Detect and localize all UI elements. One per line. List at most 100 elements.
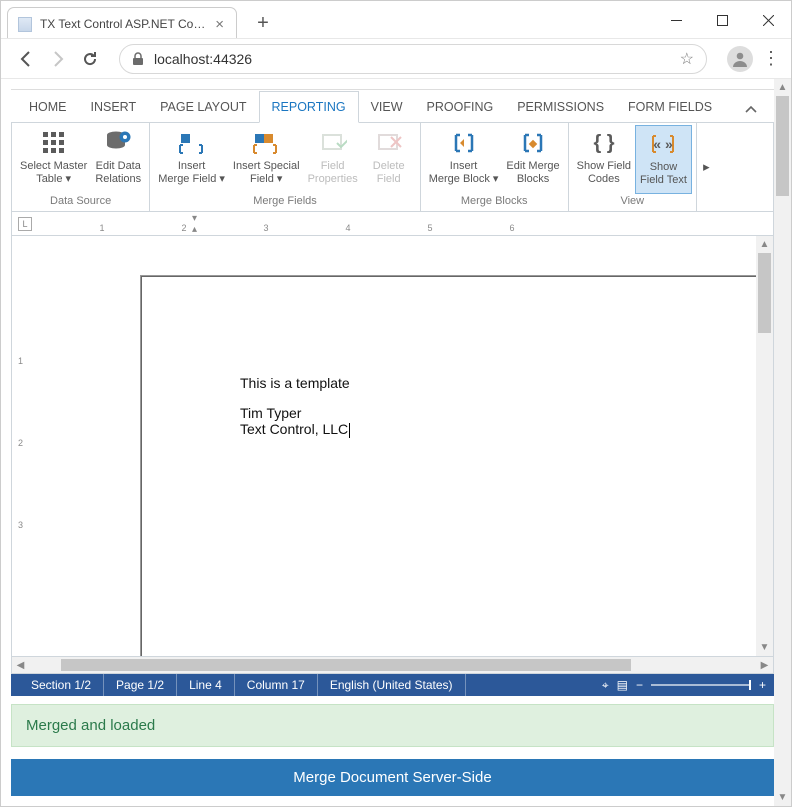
zoom-in-button[interactable]: +	[759, 678, 766, 692]
group-merge-fields: Insert Merge Field ▾ Insert Special Fiel…	[150, 123, 420, 211]
tab-home[interactable]: HOME	[17, 92, 79, 122]
ribbon-collapse-button[interactable]	[734, 96, 768, 122]
browser-titlebar: TX Text Control ASP.NET Core Ba × +	[1, 1, 791, 39]
group-label: View	[620, 194, 644, 209]
page-content: HOME INSERT PAGE LAYOUT REPORTING VIEW P…	[1, 79, 791, 806]
back-button[interactable]	[11, 44, 41, 74]
block-edit-icon	[519, 129, 547, 157]
select-master-table-button[interactable]: Select Master Table ▾	[16, 125, 91, 194]
reload-icon	[81, 50, 99, 68]
status-page[interactable]: Page 1/2	[104, 674, 177, 696]
svg-text:{ }: { }	[593, 132, 614, 154]
document-editor[interactable]: 1 2 3 This is a template Tim Typer Text …	[11, 236, 774, 657]
text-cursor	[349, 423, 350, 438]
forward-button[interactable]	[43, 44, 73, 74]
show-field-codes-button[interactable]: { } Show Field Codes	[573, 125, 635, 194]
field-properties-button[interactable]: Field Properties	[304, 125, 362, 194]
tab-permissions[interactable]: PERMISSIONS	[505, 92, 616, 122]
status-right-tools: ⌖ ▤ − +	[602, 678, 766, 693]
zoom-slider[interactable]	[651, 684, 751, 686]
view-web-icon[interactable]: ▤	[617, 678, 628, 692]
group-view: { } Show Field Codes « » Show Field Text…	[569, 123, 696, 211]
bookmark-icon[interactable]: ☆	[680, 49, 694, 69]
edit-data-relations-button[interactable]: Edit Data Relations	[91, 125, 145, 194]
status-language[interactable]: English (United States)	[318, 674, 466, 696]
profile-button[interactable]	[727, 46, 753, 72]
tab-view[interactable]: VIEW	[359, 92, 415, 122]
scroll-left-icon[interactable]: ◀	[12, 657, 29, 673]
window-controls	[653, 1, 791, 38]
scroll-down-icon[interactable]: ▼	[774, 789, 791, 806]
reload-button[interactable]	[75, 44, 105, 74]
close-icon	[763, 15, 774, 26]
tab-favicon	[18, 17, 32, 32]
document-text[interactable]: This is a template Tim Typer Text Contro…	[240, 375, 350, 438]
address-bar[interactable]: localhost:44326 ☆	[119, 44, 707, 74]
browser-menu-button[interactable]: ⋮	[761, 48, 781, 69]
browser-toolbar: localhost:44326 ☆ ⋮	[1, 39, 791, 79]
group-label: Merge Blocks	[461, 194, 528, 209]
text-line[interactable]: Text Control, LLC	[240, 421, 350, 438]
insert-special-field-button[interactable]: Insert Special Field ▾	[229, 125, 304, 194]
field-brackets-orange-icon	[252, 129, 280, 157]
editor-vscrollbar[interactable]: ▲ ▼	[756, 236, 773, 656]
group-data-source: Select Master Table ▾ Edit Data Relation…	[12, 123, 150, 211]
tab-form-fields[interactable]: FORM FIELDS	[616, 92, 724, 122]
arrow-right-icon	[49, 50, 67, 68]
close-button[interactable]	[745, 1, 791, 39]
status-column[interactable]: Column 17	[235, 674, 318, 696]
minimize-button[interactable]	[653, 1, 699, 39]
ribbon: HOME INSERT PAGE LAYOUT REPORTING VIEW P…	[11, 89, 774, 236]
tab-insert[interactable]: INSERT	[79, 92, 149, 122]
status-bar: Section 1/2 Page 1/2 Line 4 Column 17 En…	[11, 674, 774, 696]
document-page[interactable]: This is a template Tim Typer Text Contro…	[141, 276, 756, 656]
editor-hscrollbar[interactable]: ◀ ▶	[11, 657, 774, 674]
insert-merge-block-button[interactable]: Insert Merge Block ▾	[425, 125, 503, 194]
delete-field-button[interactable]: Delete Field	[362, 125, 416, 194]
group-merge-blocks: Insert Merge Block ▾ Edit Merge Blocks M…	[421, 123, 569, 211]
text-line[interactable]: This is a template	[240, 375, 350, 391]
vertical-ruler[interactable]: 1 2 3	[12, 236, 46, 656]
tab-stop-selector[interactable]: L	[18, 217, 32, 231]
braces-icon: { }	[590, 129, 618, 157]
scroll-up-icon[interactable]: ▲	[774, 79, 791, 96]
text-line[interactable]: Tim Typer	[240, 405, 350, 421]
grid-icon	[40, 129, 68, 157]
insert-merge-field-button[interactable]: Insert Merge Field ▾	[154, 125, 229, 194]
browser-tab[interactable]: TX Text Control ASP.NET Core Ba ×	[7, 7, 237, 38]
page-canvas[interactable]: This is a template Tim Typer Text Contro…	[46, 236, 756, 656]
ruler-ticks: 1 2 3 4 5 6	[102, 212, 773, 235]
scroll-down-icon[interactable]: ▼	[756, 639, 773, 656]
page-vscrollbar[interactable]: ▲ ▼	[774, 79, 791, 806]
tab-close-icon[interactable]: ×	[215, 17, 224, 32]
merge-document-button[interactable]: Merge Document Server-Side	[11, 759, 774, 796]
horizontal-ruler[interactable]: L ▾▴ 1 2 3 4 5 6	[11, 212, 774, 236]
ribbon-panel: Select Master Table ▾ Edit Data Relation…	[11, 122, 774, 212]
minimize-icon	[671, 15, 682, 26]
ribbon-overflow-button[interactable]: ▸	[696, 123, 716, 211]
scroll-thumb[interactable]	[758, 253, 771, 333]
scroll-thumb[interactable]	[776, 96, 789, 196]
field-properties-icon	[319, 129, 347, 157]
guillemets-icon: « »	[649, 130, 677, 158]
ribbon-tabs: HOME INSERT PAGE LAYOUT REPORTING VIEW P…	[11, 90, 774, 122]
tab-page-layout[interactable]: PAGE LAYOUT	[148, 92, 258, 122]
status-line[interactable]: Line 4	[177, 674, 235, 696]
group-label: Data Source	[50, 194, 111, 209]
status-section[interactable]: Section 1/2	[19, 674, 104, 696]
person-icon	[731, 50, 749, 68]
url-text: localhost:44326	[154, 51, 252, 67]
zoom-out-button[interactable]: −	[636, 678, 643, 692]
focus-icon[interactable]: ⌖	[602, 678, 609, 693]
maximize-button[interactable]	[699, 1, 745, 39]
status-alert: Merged and loaded	[11, 704, 774, 747]
scroll-right-icon[interactable]: ▶	[756, 657, 773, 673]
field-brackets-blue-icon	[178, 129, 206, 157]
scroll-up-icon[interactable]: ▲	[756, 236, 773, 253]
tab-reporting[interactable]: REPORTING	[259, 91, 359, 123]
show-field-text-button[interactable]: « » Show Field Text	[635, 125, 692, 194]
scroll-thumb[interactable]	[61, 659, 631, 671]
tab-proofing[interactable]: PROOFING	[415, 92, 506, 122]
new-tab-button[interactable]: +	[249, 9, 277, 37]
edit-merge-blocks-button[interactable]: Edit Merge Blocks	[502, 125, 563, 194]
